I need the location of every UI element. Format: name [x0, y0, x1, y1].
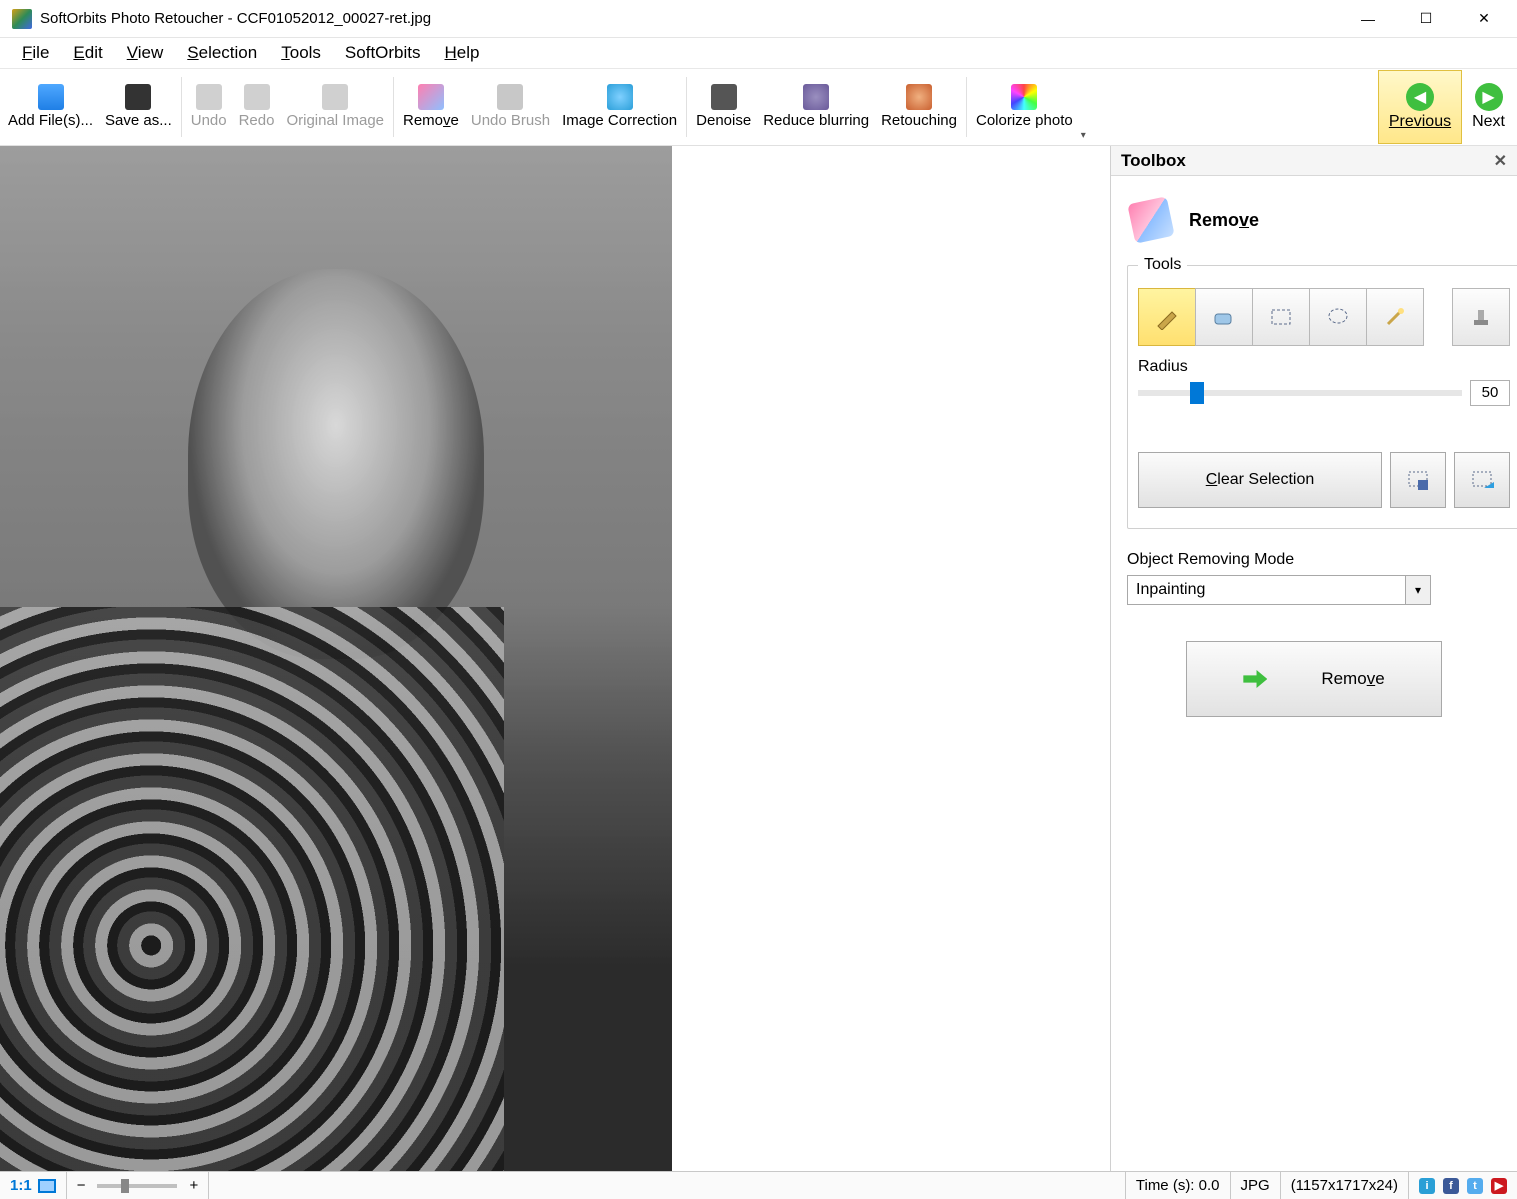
- zoom-in-button[interactable]: +: [189, 1177, 198, 1194]
- clear-selection-button[interactable]: Clear Selection: [1138, 452, 1382, 508]
- menu-view[interactable]: View: [117, 40, 174, 66]
- window-title: SoftOrbits Photo Retoucher - CCF01052012…: [40, 10, 1339, 27]
- reduce-blurring-button[interactable]: Reduce blurring: [757, 70, 875, 144]
- brush-icon: [497, 84, 523, 110]
- twitter-icon[interactable]: t: [1467, 1178, 1483, 1194]
- save-selection-button[interactable]: [1390, 452, 1446, 508]
- app-icon: [12, 9, 32, 29]
- remove-panel-icon: [1127, 196, 1174, 243]
- load-selection-button[interactable]: [1454, 452, 1510, 508]
- menu-selection[interactable]: Selection: [177, 40, 267, 66]
- toolbox-header: Toolbox ✕: [1111, 146, 1517, 176]
- toolbar-overflow[interactable]: ▾: [1079, 130, 1088, 145]
- menu-tools[interactable]: Tools: [271, 40, 331, 66]
- menu-help[interactable]: Help: [435, 40, 490, 66]
- image-correction-icon: [607, 84, 633, 110]
- previous-button[interactable]: ◀Previous: [1378, 70, 1462, 144]
- zoom-out-button[interactable]: −: [77, 1177, 86, 1194]
- canvas-area[interactable]: [0, 146, 1110, 1171]
- slider-thumb[interactable]: [1190, 382, 1204, 404]
- photo-preview: [0, 146, 672, 1171]
- mode-dropdown[interactable]: Inpainting: [1127, 575, 1431, 605]
- status-time: Time (s): 0.0: [1126, 1172, 1231, 1199]
- retouch-icon: [906, 84, 932, 110]
- next-arrow-icon: ▶: [1475, 83, 1503, 111]
- retouching-button[interactable]: Retouching: [875, 70, 963, 144]
- prev-arrow-icon: ◀: [1406, 83, 1434, 111]
- folder-icon: [38, 84, 64, 110]
- eraser-tool-icon: [1211, 304, 1237, 330]
- add-files-button[interactable]: Add File(s)...: [2, 70, 99, 144]
- menu-softorbits[interactable]: SoftOrbits: [335, 40, 431, 66]
- remove-action-button[interactable]: Remove: [1186, 641, 1442, 717]
- toolbox-panel: Toolbox ✕ Remove Tools Radius: [1110, 146, 1517, 1171]
- next-button[interactable]: ▶Next: [1462, 70, 1515, 144]
- facebook-icon[interactable]: f: [1443, 1178, 1459, 1194]
- toolbox-close-button[interactable]: ✕: [1494, 151, 1507, 171]
- toolbox-title: Toolbox: [1121, 151, 1186, 171]
- colorize-button[interactable]: Colorize photo: [970, 70, 1079, 144]
- status-format: JPG: [1231, 1172, 1281, 1199]
- blur-icon: [803, 84, 829, 110]
- go-arrow-icon: [1243, 670, 1267, 688]
- tool-magic-wand[interactable]: [1366, 288, 1424, 346]
- stamp-icon: [1468, 304, 1494, 330]
- radius-label: Radius: [1138, 358, 1510, 376]
- original-icon: [322, 84, 348, 110]
- statusbar: 1:1 − + Time (s): 0.0 JPG (1157x1717x24)…: [0, 1171, 1517, 1199]
- original-image-button[interactable]: Original Image: [280, 70, 390, 144]
- zoom-11-button[interactable]: 1:1: [10, 1177, 32, 1194]
- load-sel-icon: [1470, 468, 1494, 492]
- radius-value-input[interactable]: 50: [1470, 380, 1510, 406]
- menu-edit[interactable]: Edit: [63, 40, 112, 66]
- eraser-icon: [418, 84, 444, 110]
- titlebar: SoftOrbits Photo Retoucher - CCF01052012…: [0, 0, 1517, 38]
- youtube-icon[interactable]: ▶: [1491, 1178, 1507, 1194]
- denoise-button[interactable]: Denoise: [690, 70, 757, 144]
- denoise-icon: [711, 84, 737, 110]
- close-button[interactable]: ✕: [1455, 0, 1513, 38]
- undo-icon: [196, 84, 222, 110]
- wand-icon: [1382, 304, 1408, 330]
- toolbar: Add File(s)... Save as... Undo Redo Orig…: [0, 68, 1517, 146]
- undo-button[interactable]: Undo: [185, 70, 233, 144]
- redo-button[interactable]: Redo: [233, 70, 281, 144]
- save-icon: [125, 84, 151, 110]
- save-sel-icon: [1406, 468, 1430, 492]
- info-icon[interactable]: i: [1419, 1178, 1435, 1194]
- redo-icon: [244, 84, 270, 110]
- zoom-slider[interactable]: [97, 1184, 177, 1188]
- save-as-button[interactable]: Save as...: [99, 70, 178, 144]
- tools-fieldset: Tools Radius 50 Clear Selection: [1127, 256, 1517, 529]
- pencil-icon: [1154, 304, 1180, 330]
- undo-brush-button[interactable]: Undo Brush: [465, 70, 556, 144]
- image-correction-button[interactable]: Image Correction: [556, 70, 683, 144]
- radius-slider[interactable]: [1138, 390, 1462, 396]
- tool-stamp[interactable]: [1452, 288, 1510, 346]
- mode-label: Object Removing Mode: [1127, 551, 1501, 569]
- tool-lasso[interactable]: [1309, 288, 1367, 346]
- tool-pencil[interactable]: [1138, 288, 1196, 346]
- menu-file[interactable]: File: [12, 40, 59, 66]
- status-dimensions: (1157x1717x24): [1281, 1172, 1409, 1199]
- tool-rect-select[interactable]: [1252, 288, 1310, 346]
- lasso-icon: [1325, 304, 1351, 330]
- zoom-fit-button[interactable]: [38, 1179, 56, 1193]
- mode-value: Inpainting: [1136, 581, 1205, 599]
- social-links: i f t ▶: [1409, 1178, 1517, 1194]
- rect-marquee-icon: [1268, 304, 1294, 330]
- zoom-slider-cell: − +: [67, 1172, 210, 1199]
- tool-eraser[interactable]: [1195, 288, 1253, 346]
- remove-button[interactable]: Remove: [397, 70, 465, 144]
- minimize-button[interactable]: —: [1339, 0, 1397, 38]
- zoom-controls: 1:1: [0, 1172, 67, 1199]
- colorize-icon: [1011, 84, 1037, 110]
- remove-panel-title: Remove: [1189, 210, 1259, 231]
- tools-legend: Tools: [1138, 256, 1187, 274]
- maximize-button[interactable]: ☐: [1397, 0, 1455, 38]
- menubar: File Edit View Selection Tools SoftOrbit…: [0, 38, 1517, 68]
